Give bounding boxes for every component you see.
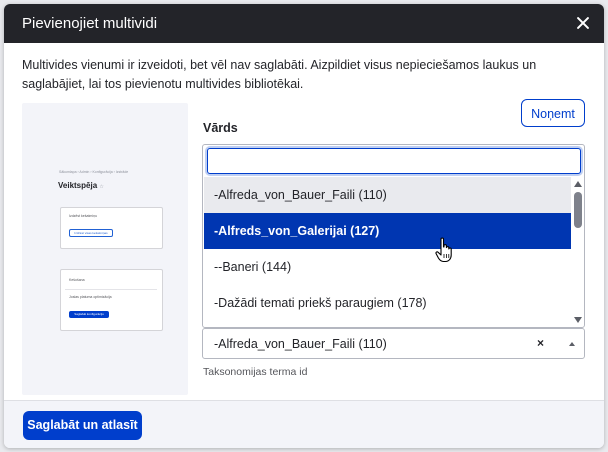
scroll-up-arrow-icon[interactable] bbox=[574, 181, 582, 187]
dropdown-option-selected[interactable]: -Alfreds_von_Galerijai (127) bbox=[204, 213, 571, 249]
close-icon[interactable] bbox=[574, 14, 592, 32]
field-label-name: Vārds bbox=[203, 121, 238, 135]
clear-selection-icon[interactable]: × bbox=[537, 336, 544, 350]
dialog-footer: Saglabāt un atlasīt bbox=[4, 400, 604, 448]
media-dialog: Pievienojiet multividi Multivides vienum… bbox=[4, 4, 604, 448]
dropdown-option[interactable]: -Alfreda_von_Bauer_Faili (110) bbox=[204, 177, 571, 213]
remove-button[interactable]: Noņemt bbox=[521, 99, 585, 127]
dropdown-scrollbar[interactable] bbox=[573, 177, 583, 325]
dropdown-option-list: -Alfreda_von_Bauer_Faili (110) -Alfreds_… bbox=[204, 177, 571, 325]
media-preview-thumbnail: Sākumlapa › Admin › Konfigurācija › Izst… bbox=[22, 103, 188, 395]
dropdown-option[interactable]: --Baneri (144) bbox=[204, 249, 571, 285]
dropdown-option[interactable]: -Dažādi temati priekš paraugiem (178) bbox=[204, 285, 571, 321]
selected-value: -Alfreda_von_Bauer_Faili (110) bbox=[214, 337, 387, 351]
preview-card1-button: Izdzēst visas kešatmiņas bbox=[69, 229, 113, 237]
scrollbar-thumb[interactable] bbox=[574, 192, 582, 228]
preview-title: Veiktspēja ☆ bbox=[58, 181, 104, 190]
preview-divider bbox=[65, 289, 157, 290]
dialog-titlebar: Pievienojiet multividi bbox=[4, 4, 604, 43]
preview-card2-button: Saglabāt konfigurāciju bbox=[69, 311, 109, 318]
preview-card-clear-cache: Izdzēst kešatmiņu Izdzēst visas kešatmiņ… bbox=[60, 207, 163, 249]
hand-pointer-cursor-icon bbox=[435, 237, 452, 263]
taxonomy-select[interactable]: -Alfreda_von_Bauer_Faili (110) × bbox=[202, 328, 585, 359]
field-help-text: Taksonomijas terma id bbox=[203, 366, 308, 378]
dialog-title: Pievienojiet multividi bbox=[22, 15, 158, 32]
preview-card1-title: Izdzēst kešatmiņu bbox=[69, 214, 98, 218]
star-icon: ☆ bbox=[99, 184, 104, 190]
preview-card-caching: Kešošana Joslas platuma optimizācija Sag… bbox=[60, 269, 163, 331]
scroll-down-arrow-icon[interactable] bbox=[574, 317, 582, 323]
status-message: Multivides vienumi ir izveidoti, bet vēl… bbox=[22, 58, 537, 91]
preview-title-text: Veiktspēja bbox=[58, 181, 98, 190]
dropdown-search-input[interactable] bbox=[207, 148, 581, 174]
save-and-select-button[interactable]: Saglabāt un atlasīt bbox=[23, 411, 142, 440]
preview-card2-row2: Joslas platuma optimizācija bbox=[69, 295, 112, 299]
caret-up-icon bbox=[569, 342, 575, 346]
preview-breadcrumb: Sākumlapa › Admin › Konfigurācija › Izst… bbox=[59, 170, 129, 174]
taxonomy-dropdown-panel: -Alfreda_von_Bauer_Faili (110) -Alfreds_… bbox=[202, 144, 585, 328]
preview-card2-row1: Kešošana bbox=[69, 278, 85, 282]
